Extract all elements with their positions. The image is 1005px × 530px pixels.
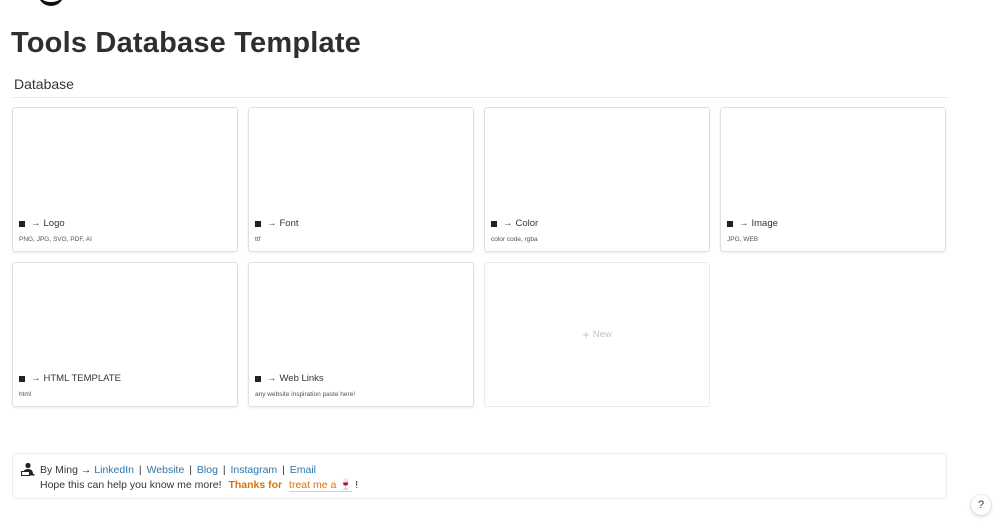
- card-title-row: → HTML TEMPLATE: [19, 373, 121, 384]
- linkedin-link[interactable]: LinkedIn: [94, 464, 134, 476]
- card-title: Logo: [43, 218, 65, 229]
- person-laptop-icon: [21, 462, 35, 476]
- separator: |: [282, 464, 285, 476]
- separator: |: [138, 464, 142, 476]
- square-icon: [727, 220, 733, 227]
- gallery-card-font[interactable]: → Font ttf: [248, 107, 474, 252]
- page-icon: [38, 0, 64, 6]
- arrow-icon: →: [503, 218, 513, 229]
- arrow-icon: →: [31, 218, 41, 229]
- card-title-row: → Color: [491, 218, 538, 229]
- email-link[interactable]: Email: [290, 464, 316, 476]
- separator: |: [222, 464, 226, 476]
- card-title-row: → Web Links: [255, 373, 324, 384]
- database-title[interactable]: Database: [14, 76, 74, 92]
- card-subtitle: html: [19, 391, 32, 398]
- card-title-row: → Logo: [19, 218, 65, 229]
- instagram-link[interactable]: Instagram: [230, 464, 277, 476]
- new-label: New: [592, 329, 612, 340]
- gallery-card-web-links[interactable]: → Web Links any website inspiration past…: [248, 262, 474, 407]
- arrow-icon: →: [267, 373, 277, 384]
- square-icon: [255, 375, 261, 382]
- new-card-button[interactable]: + New: [484, 262, 710, 407]
- arrow-icon: →: [739, 218, 749, 229]
- card-subtitle: any website inspiration paste here!: [255, 391, 356, 398]
- arrow-icon: →: [267, 218, 277, 229]
- blog-link[interactable]: Blog: [197, 464, 218, 476]
- card-title: HTML TEMPLATE: [43, 373, 121, 384]
- square-icon: [491, 220, 497, 227]
- arrow-icon: →: [31, 373, 41, 384]
- card-subtitle: PNG, JPG, SVG, PDF, AI: [19, 236, 92, 243]
- square-icon: [19, 220, 25, 227]
- database-divider: [12, 97, 948, 98]
- card-title-row: → Image: [727, 218, 778, 229]
- card-title-row: → Font: [255, 218, 299, 229]
- gallery-card-logo[interactable]: → Logo PNG, JPG, SVG, PDF, AI: [12, 107, 238, 252]
- separator: |: [189, 464, 192, 476]
- hope-text: Hope this can help you know me more!: [40, 479, 222, 491]
- by-text: By Ming →: [40, 464, 92, 476]
- gallery-card-html-template[interactable]: → HTML TEMPLATE html: [12, 262, 238, 407]
- page: Tools Database Template Database → Logo …: [0, 0, 1005, 530]
- website-link[interactable]: Website: [147, 464, 185, 476]
- page-title: Tools Database Template: [11, 27, 362, 59]
- treat-text: treat me a: [289, 479, 337, 491]
- square-icon: [255, 220, 261, 227]
- square-icon: [19, 375, 25, 382]
- callout-line-1: By Ming → LinkedIn | Website | Blog | In…: [40, 464, 316, 476]
- card-title: Image: [751, 218, 778, 229]
- treat-link[interactable]: treat me a 🍷: [289, 479, 353, 492]
- thanks-text: Thanks for: [228, 479, 283, 491]
- card-title: Web Links: [279, 373, 324, 384]
- card-title: Color: [515, 218, 539, 229]
- plus-icon: +: [582, 327, 590, 342]
- gallery-card-color[interactable]: → Color color code, rgba: [484, 107, 710, 252]
- card-subtitle: color code, rgba: [491, 236, 538, 243]
- card-title: Font: [279, 218, 299, 229]
- gallery-card-image[interactable]: → Image JPG, WEB: [720, 107, 946, 252]
- card-subtitle: ttf: [255, 236, 261, 243]
- help-button[interactable]: ?: [971, 495, 991, 515]
- card-subtitle: JPG, WEB: [727, 236, 759, 243]
- end-text: !: [355, 479, 359, 491]
- wine-icon: 🍷: [339, 479, 353, 491]
- author-callout: By Ming → LinkedIn | Website | Blog | In…: [12, 453, 947, 499]
- callout-line-2: Hope this can help you know me more! Tha…: [40, 478, 359, 492]
